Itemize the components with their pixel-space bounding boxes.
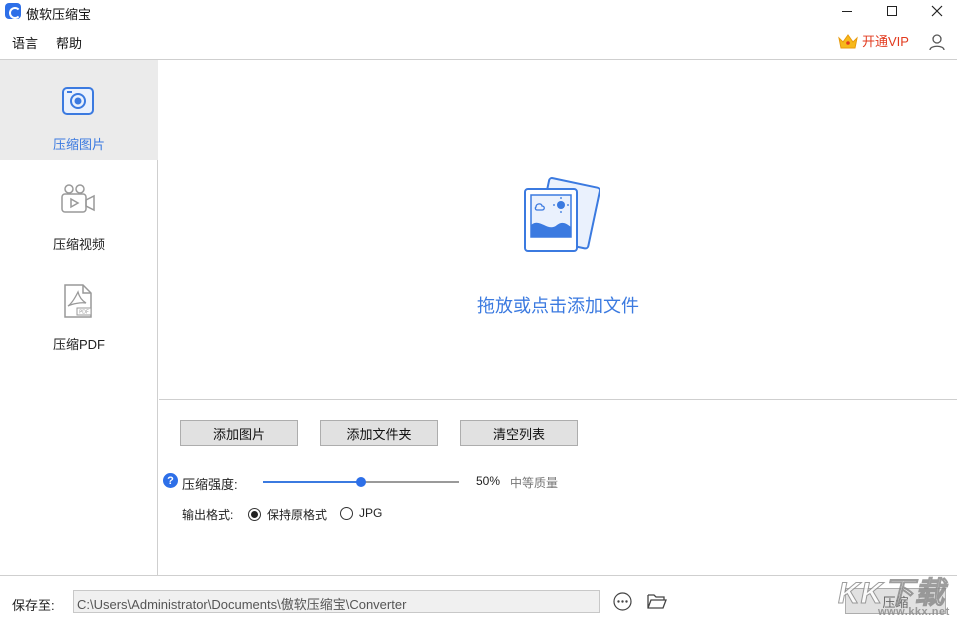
- drop-zone[interactable]: 拖放或点击添加文件: [159, 60, 957, 399]
- crown-icon: [838, 33, 858, 48]
- app-logo-icon: [5, 3, 21, 19]
- save-path-field[interactable]: C:\Users\Administrator\Documents\傲软压缩宝\C…: [73, 590, 600, 613]
- sidebar-item-compress-pdf[interactable]: PDF 压缩PDF: [0, 260, 158, 360]
- minimize-icon: [842, 10, 852, 12]
- sidebar-item-label: 压缩图片: [52, 137, 105, 152]
- user-icon[interactable]: [928, 33, 946, 51]
- more-options-icon[interactable]: [613, 592, 632, 611]
- sidebar-item-compress-video[interactable]: 压缩视频: [0, 160, 158, 260]
- add-image-button[interactable]: 添加图片: [180, 420, 298, 446]
- save-to-label: 保存至:: [12, 598, 55, 613]
- image-compress-icon: [62, 87, 94, 115]
- folder-open-icon[interactable]: [647, 592, 667, 610]
- svg-text:PDF: PDF: [79, 310, 89, 316]
- middle-divider: [159, 399, 957, 400]
- radio-label: 保持原格式: [267, 508, 328, 522]
- vip-button[interactable]: 开通VIP: [837, 31, 909, 50]
- sidebar: 压缩图片 压缩视频 PDF 压缩PDF: [0, 60, 158, 575]
- radio-jpg[interactable]: JPG: [340, 506, 382, 520]
- close-icon: [931, 5, 943, 17]
- sidebar-item-label: 压缩PDF: [52, 337, 105, 352]
- clear-list-button[interactable]: 清空列表: [460, 420, 578, 446]
- pdf-file-icon: PDF: [64, 284, 92, 318]
- close-button[interactable]: [915, 0, 957, 22]
- radio-label: JPG: [359, 506, 383, 520]
- menu-language[interactable]: 语言: [12, 33, 38, 52]
- radio-circle: [248, 508, 261, 521]
- photo-stack-icon: [524, 177, 600, 252]
- watermark-url: www.kkx.net: [878, 606, 950, 618]
- help-icon[interactable]: ?: [163, 473, 178, 488]
- add-folder-button[interactable]: 添加文件夹: [320, 420, 438, 446]
- title-bar: 傲软压缩宝: [0, 0, 957, 24]
- watermark-logo: KK下载 www.kkx.net: [837, 568, 950, 622]
- slider-fill: [263, 481, 361, 483]
- minimize-button[interactable]: [825, 0, 869, 22]
- sidebar-item-label: 压缩视频: [52, 237, 105, 252]
- drop-zone-text: 拖放或点击添加文件: [477, 296, 639, 316]
- compression-strength-label: 压缩强度:: [182, 477, 238, 492]
- slider-thumb[interactable]: [356, 477, 366, 487]
- compression-slider[interactable]: [263, 477, 459, 487]
- radio-selected-dot: [251, 511, 258, 518]
- maximize-icon: [887, 6, 897, 16]
- vip-label: 开通VIP: [862, 34, 909, 49]
- video-camera-icon: [61, 184, 95, 213]
- menu-bar: 语言 帮助 开通VIP: [0, 28, 957, 54]
- menu-help[interactable]: 帮助: [56, 33, 82, 52]
- quality-text: 中等质量: [510, 476, 559, 490]
- sidebar-item-compress-image[interactable]: 压缩图片: [0, 60, 158, 160]
- radio-circle: [340, 506, 353, 520]
- radio-keep-original[interactable]: 保持原格式: [248, 506, 327, 523]
- maximize-button[interactable]: [870, 0, 914, 22]
- bottom-divider: [0, 575, 957, 576]
- window-title: 傲软压缩宝: [26, 7, 92, 22]
- output-format-label: 输出格式:: [182, 508, 234, 522]
- compression-percent: 50%: [476, 474, 501, 488]
